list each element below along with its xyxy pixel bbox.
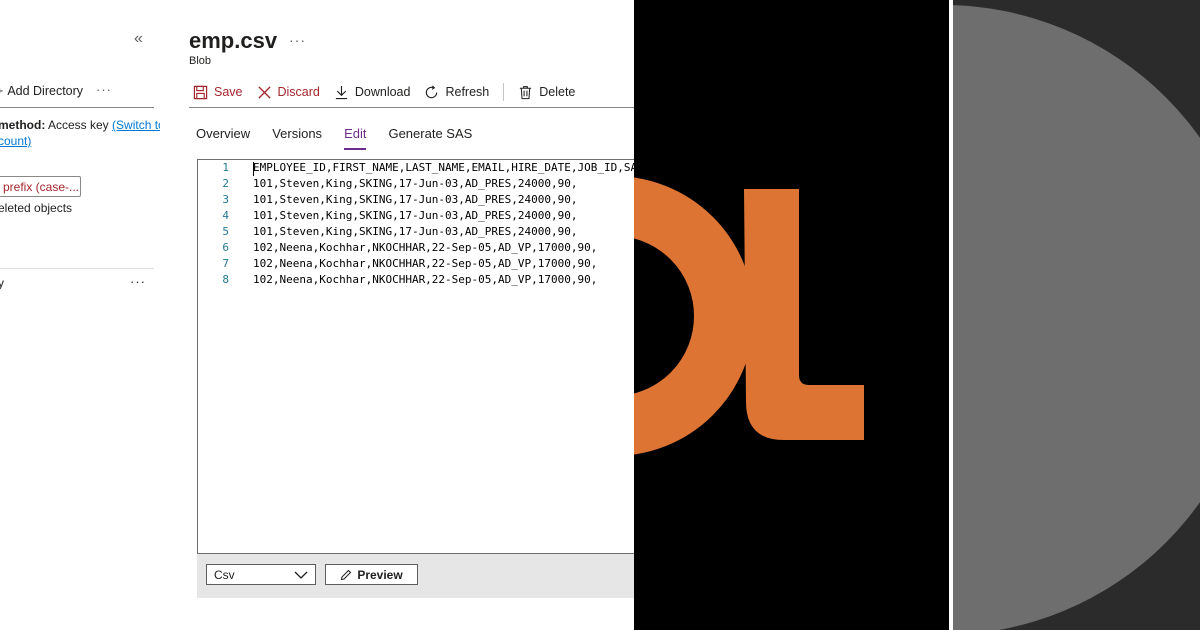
line-number: 4 — [222, 209, 229, 222]
page-title: emp.csv — [189, 28, 278, 53]
download-label: Download — [354, 85, 411, 99]
line-number: 2 — [222, 177, 229, 190]
line-number: 8 — [222, 273, 229, 286]
editor-line[interactable]: 3 101,Steven,King,SKING,17-Jun-03,AD_PRES… — [198, 193, 634, 209]
auth-method-line: method: Access key (Switch to — [0, 118, 160, 132]
editor-line[interactable]: 5 101,Steven,King,SKING,17-Jun-03,AD_PRES… — [198, 225, 634, 241]
editor-line[interactable]: 4 101,Steven,King,SKING,17-Jun-03,AD_PRES… — [198, 209, 634, 225]
tab-edit[interactable]: Edit — [344, 126, 367, 150]
more-options-icon[interactable]: ··· — [96, 82, 112, 97]
line-number: 1 — [222, 161, 229, 174]
code-editor[interactable]: 1 EMPLOYEE_ID,FIRST_NAME,LAST_NAME,EMAIL,… — [197, 159, 634, 554]
chevron-down-icon — [294, 571, 308, 579]
blob-editor-pane: emp.csv ··· Blob Save Discard Download R… — [160, 0, 634, 630]
line-text: 102,Neena,Kochhar,NKOCHHAR,22-Sep-05,AD_… — [253, 241, 598, 254]
add-directory-button[interactable]: + Add Directory — [0, 84, 83, 98]
divider — [189, 107, 634, 108]
plus-icon: + — [0, 84, 3, 98]
save-label: Save — [214, 85, 243, 99]
disc-shape-icon — [953, 5, 1200, 630]
editor-line[interactable]: 1 EMPLOYEE_ID,FIRST_NAME,LAST_NAME,EMAIL,… — [198, 161, 634, 177]
line-number: 7 — [222, 257, 229, 270]
brand-logo-icon — [634, 177, 864, 455]
show-deleted-objects-label[interactable]: eleted objects — [0, 201, 72, 215]
add-directory-label: Add Directory — [7, 84, 84, 98]
refresh-icon — [426, 85, 438, 98]
prefix-search-input[interactable]: prefix (case-... — [0, 176, 81, 197]
editor-line[interactable]: 8 102,Neena,Kochhar,NKOCHHAR,22-Sep-05,AD… — [198, 273, 634, 289]
list-item[interactable]: y — [0, 276, 4, 290]
line-text: 102,Neena,Kochhar,NKOCHHAR,22-Sep-05,AD_… — [253, 273, 598, 286]
save-icon — [193, 85, 208, 99]
line-number: 6 — [222, 241, 229, 254]
delete-label: Delete — [539, 85, 576, 99]
tab-generate-sas[interactable]: Generate SAS — [388, 126, 472, 150]
logo-panel — [634, 0, 949, 630]
page-subtitle: Blob — [189, 55, 212, 67]
auth-method-label: method: — [0, 118, 46, 132]
title-more-icon[interactable]: ··· — [289, 32, 306, 48]
refresh-label: Refresh — [445, 85, 490, 99]
tab-overview[interactable]: Overview — [196, 126, 250, 150]
command-bar: Save Discard Download Refresh Delete — [193, 80, 589, 104]
editor-line[interactable]: 2 101,Steven,King,SKING,17-Jun-03,AD_PRES… — [198, 177, 634, 193]
pencil-icon — [341, 569, 352, 580]
line-text: 101,Steven,King,SKING,17-Jun-03,AD_PRES,… — [253, 225, 578, 238]
tab-bar: Overview Versions Edit Generate SAS — [196, 126, 494, 150]
close-icon — [257, 85, 271, 99]
download-icon — [335, 85, 347, 99]
switch-auth-link[interactable]: (Switch to — [112, 118, 160, 132]
collapse-pane-icon[interactable]: « — [134, 30, 143, 48]
preview-button[interactable]: Preview — [325, 564, 418, 585]
delete-button[interactable]: Delete — [518, 85, 575, 100]
discard-button[interactable]: Discard — [257, 85, 320, 100]
toolbar-separator — [503, 83, 505, 101]
preview-label: Preview — [357, 567, 403, 582]
save-button[interactable]: Save — [193, 85, 243, 100]
divider — [0, 268, 154, 269]
editor-line[interactable]: 6 102,Neena,Kochhar,NKOCHHAR,22-Sep-05,AD… — [198, 241, 634, 257]
line-text: 101,Steven,King,SKING,17-Jun-03,AD_PRES,… — [253, 193, 578, 206]
line-number: 3 — [222, 193, 229, 206]
editor-footer: Csv Preview — [197, 554, 634, 598]
tab-versions[interactable]: Versions — [272, 126, 322, 150]
divider — [0, 107, 154, 108]
editor-line[interactable]: 7 102,Neena,Kochhar,NKOCHHAR,22-Sep-05,AD… — [198, 257, 634, 273]
format-dropdown-value: Csv — [214, 568, 235, 582]
download-button[interactable]: Download — [334, 85, 411, 100]
line-text: 101,Steven,King,SKING,17-Jun-03,AD_PRES,… — [253, 177, 578, 190]
refresh-button[interactable]: Refresh — [424, 85, 489, 100]
format-dropdown[interactable]: Csv — [206, 564, 316, 585]
line-text: 101,Steven,King,SKING,17-Jun-03,AD_PRES,… — [253, 209, 578, 222]
left-pane: « + Add Directory ··· method: Access key … — [0, 0, 160, 630]
text-cursor — [253, 162, 254, 176]
switch-auth-link-continued[interactable]: count) — [0, 134, 31, 148]
auth-method-value: Access key — [48, 118, 109, 132]
line-number: 5 — [222, 225, 229, 238]
line-text: 102,Neena,Kochhar,NKOCHHAR,22-Sep-05,AD_… — [253, 257, 598, 270]
row-more-icon[interactable]: ··· — [130, 274, 146, 289]
trash-icon — [520, 85, 532, 99]
line-text: EMPLOYEE_ID,FIRST_NAME,LAST_NAME,EMAIL,H… — [253, 161, 634, 174]
discard-label: Discard — [277, 85, 320, 99]
decorative-panel — [953, 0, 1200, 630]
